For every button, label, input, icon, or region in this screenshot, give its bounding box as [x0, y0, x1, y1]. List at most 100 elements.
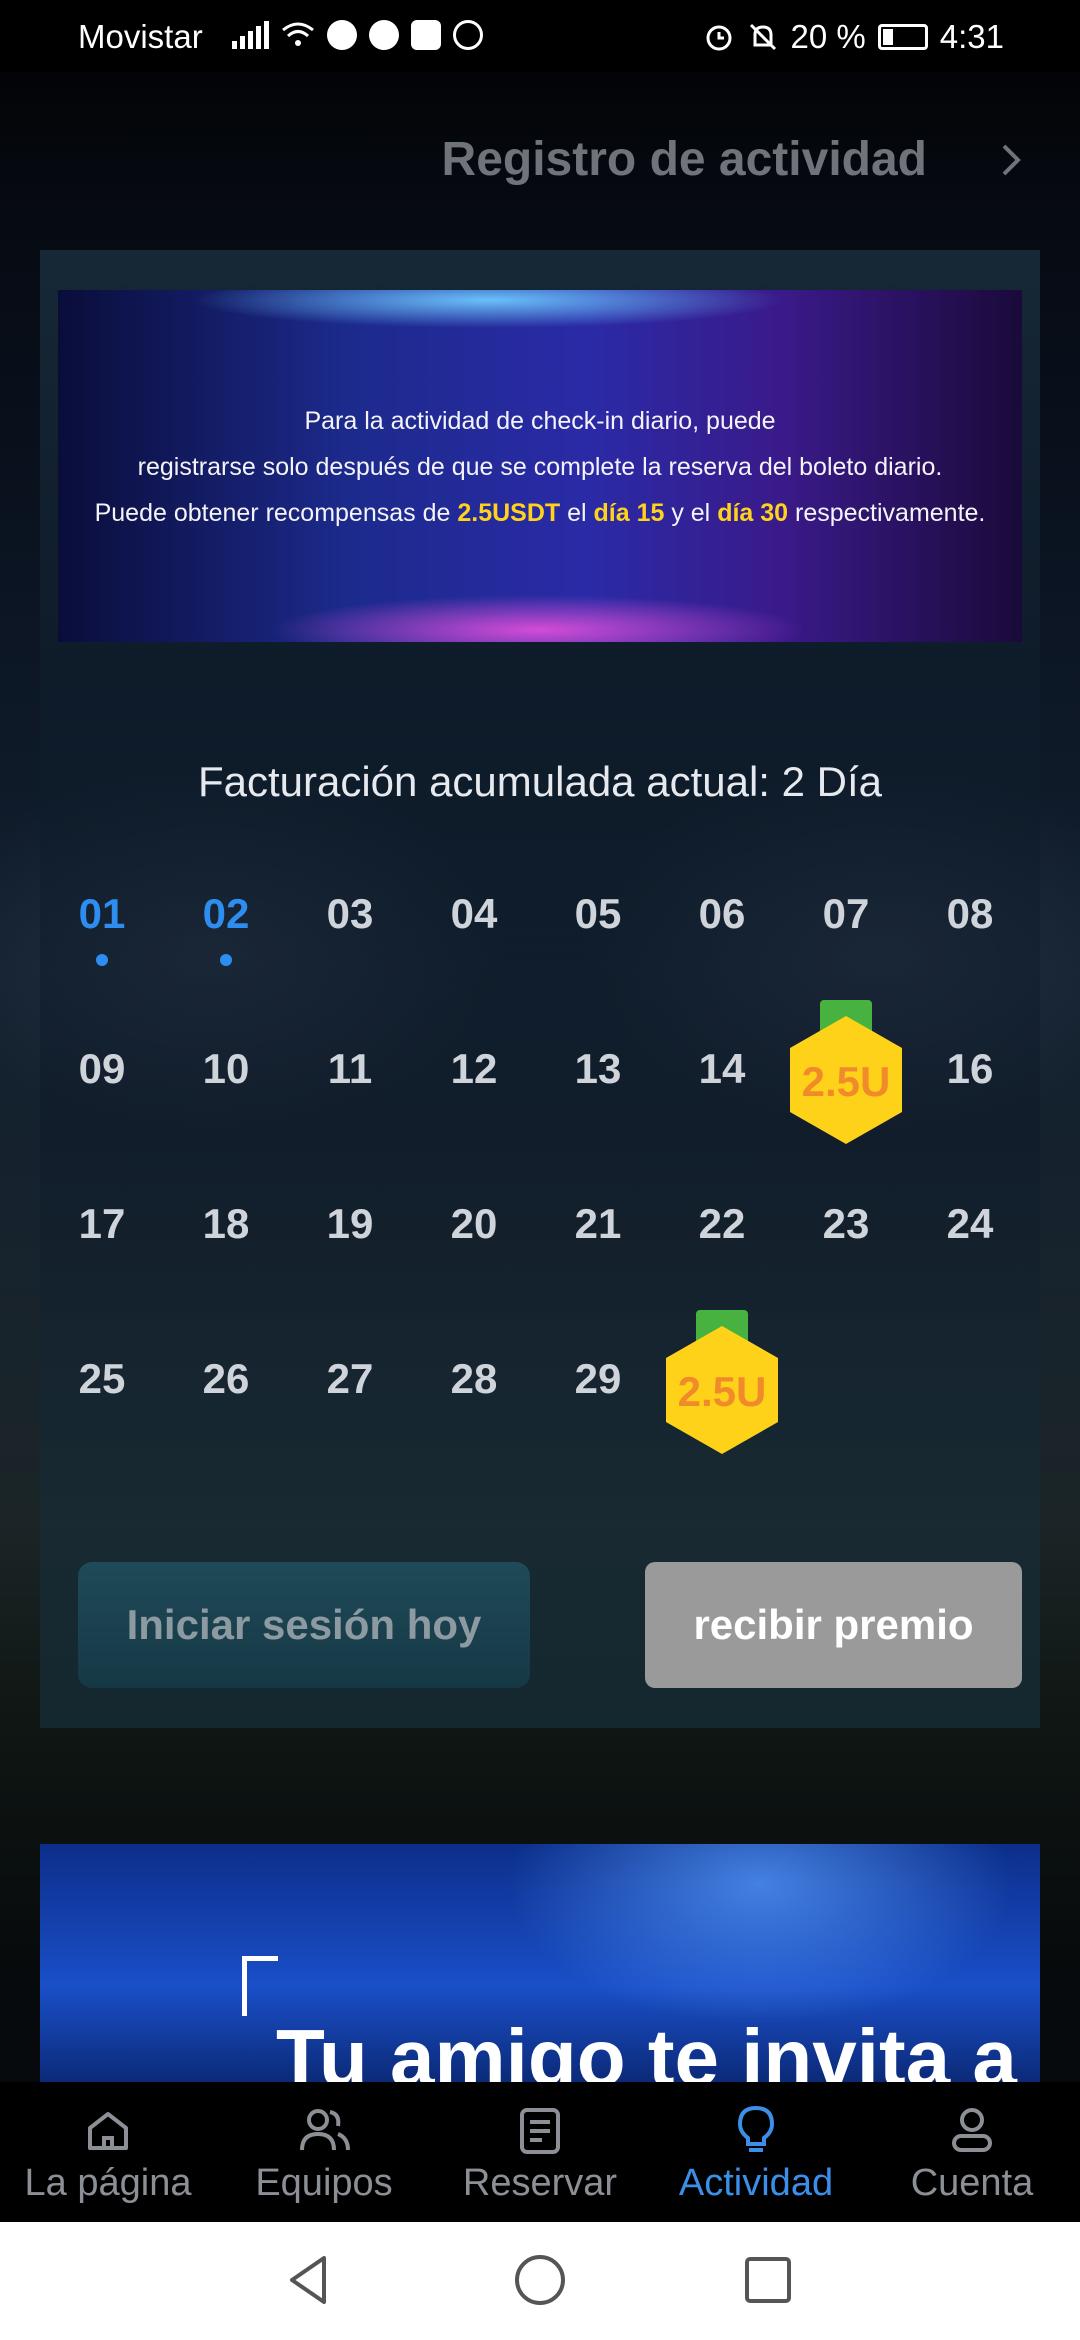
calendar-day: 25 [42, 1355, 162, 1403]
calendar-day: 16 [910, 1045, 1030, 1093]
promo-text: Tu amigo te invita a [276, 2013, 1017, 2082]
calendar-day-number: 07 [822, 890, 870, 937]
messenger-icon [369, 20, 399, 50]
calendar-day-number: 05 [574, 890, 622, 937]
calendar-day-number: 18 [202, 1200, 250, 1247]
calendar-day: 13 [538, 1045, 658, 1093]
calendar-day: 09 [42, 1045, 162, 1093]
facebook-icon [453, 20, 483, 50]
calendar-day: 06 [662, 890, 782, 938]
reward-badge: 2.5U [786, 1000, 906, 1146]
battery-percent: 20 % [790, 18, 866, 55]
chat-app-icon [411, 20, 441, 50]
home-icon [88, 2112, 128, 2150]
tab-home[interactable]: La página [0, 2082, 216, 2222]
wifi-icon [282, 22, 314, 46]
calendar-day-number: 02 [202, 890, 250, 937]
calendar-day-number: 27 [326, 1355, 374, 1402]
signal-icon [232, 21, 269, 49]
calendar-day-number: 14 [698, 1045, 746, 1092]
calendar-day-number: 28 [450, 1355, 498, 1402]
calendar-day: 01 [42, 890, 162, 966]
status-icons [232, 20, 483, 50]
checked-dot [220, 954, 232, 966]
banner-line-3: Puede obtener recompensas de 2.5USDT el … [94, 499, 986, 527]
tab-account[interactable]: Cuenta [864, 2082, 1080, 2222]
tab-teams[interactable]: Equipos [216, 2082, 432, 2222]
banner-line-1: Para la actividad de check-in diario, pu… [304, 407, 776, 435]
clock: 4:31 [939, 18, 1004, 55]
calendar-day: 02 [166, 890, 286, 966]
users-icon [300, 2109, 350, 2151]
calendar-day-number: 24 [946, 1200, 994, 1247]
calendar-day: 28 [414, 1355, 534, 1403]
calendar-day-number: 13 [574, 1045, 622, 1092]
mute-notifications-icon [749, 23, 776, 51]
calendar-day: 22 [662, 1200, 782, 1248]
calendar-day-number: 23 [822, 1200, 870, 1247]
home-circle-icon[interactable] [510, 2250, 570, 2310]
calendar-day: 05 [538, 890, 658, 938]
calendar-day: 24 [910, 1200, 1030, 1248]
accumulated-days: Facturación acumulada actual: 2 Día [197, 758, 883, 805]
reward-badge: 2.5U [662, 1310, 782, 1456]
back-icon[interactable] [278, 2250, 338, 2310]
info-banner: Para la actividad de check-in diario, pu… [58, 290, 1022, 642]
calendar-day: 11 [290, 1045, 410, 1093]
receive-prize-button[interactable]: recibir premio [645, 1562, 1022, 1688]
calendar-day-number: 04 [450, 890, 498, 937]
calendar-day: 07 [786, 890, 906, 938]
calendar-day-number: 09 [78, 1045, 126, 1092]
document-icon [520, 2108, 560, 2154]
calendar-day: 12 [414, 1045, 534, 1093]
user-icon [952, 2108, 992, 2152]
calendar-day-number: 08 [946, 890, 994, 937]
calendar-day-number: 16 [946, 1045, 994, 1092]
calendar-day: 10 [166, 1045, 286, 1093]
calendar-day-number: 26 [202, 1355, 250, 1402]
status-bar: Movistar 20 % 4:31 [0, 0, 1080, 72]
reward-label: 2.5U [801, 1058, 891, 1105]
calendar-day-number: 06 [698, 890, 746, 937]
calendar-day: 17 [42, 1200, 162, 1248]
reward-label: 2.5U [677, 1368, 767, 1415]
calendar-day: 21 [538, 1200, 658, 1248]
calendar-day: 26 [166, 1355, 286, 1403]
checkin-today-button[interactable]: Iniciar sesión hoy [78, 1562, 530, 1688]
page-title: Registro de actividad [441, 133, 927, 186]
bottom-tab-bar: La página Equipos Reservar Actividad Cue… [0, 2082, 1080, 2222]
recents-icon[interactable] [738, 2250, 798, 2310]
calendar-day-number: 25 [78, 1355, 126, 1402]
calendar-day: 04 [414, 890, 534, 938]
calendar-day: 18 [166, 1200, 286, 1248]
calendar-day: 29 [538, 1355, 658, 1403]
lightbulb-icon [737, 2105, 775, 2152]
calendar-day: 03 [290, 890, 410, 938]
calendar-day-number: 01 [78, 890, 126, 937]
calendar-day-number: 21 [574, 1200, 622, 1247]
system-nav-bar [0, 2222, 1080, 2340]
calendar-day-number: 17 [78, 1200, 126, 1247]
calendar-day-number: 03 [326, 890, 374, 937]
calendar-day-number: 12 [450, 1045, 498, 1092]
calendar-day-number: 11 [327, 1045, 373, 1092]
tab-activity[interactable]: Actividad [648, 2082, 864, 2222]
calendar-day-number: 29 [574, 1355, 622, 1402]
calendar-day: 27 [290, 1355, 410, 1403]
calendar-day: 19 [290, 1200, 410, 1248]
invite-promo-banner[interactable]: Tu amigo te invita a [40, 1844, 1040, 2082]
chevron-right-icon[interactable] [996, 140, 1026, 180]
calendar-day: 08 [910, 890, 1030, 938]
battery-icon [877, 24, 928, 50]
checked-dot [96, 954, 108, 966]
app-notification-icon [327, 20, 357, 50]
calendar-day-number: 20 [450, 1200, 498, 1247]
tab-reserve[interactable]: Reservar [432, 2082, 648, 2222]
calendar-day-number: 19 [326, 1200, 374, 1247]
calendar-day: 20 [414, 1200, 534, 1248]
calendar-day: 14 [662, 1045, 782, 1093]
calendar-day: 23 [786, 1200, 906, 1248]
corner-bracket [242, 1956, 278, 2016]
carrier-name: Movistar [78, 18, 203, 55]
banner-line-2: registrarse solo después de que se compl… [137, 453, 943, 481]
